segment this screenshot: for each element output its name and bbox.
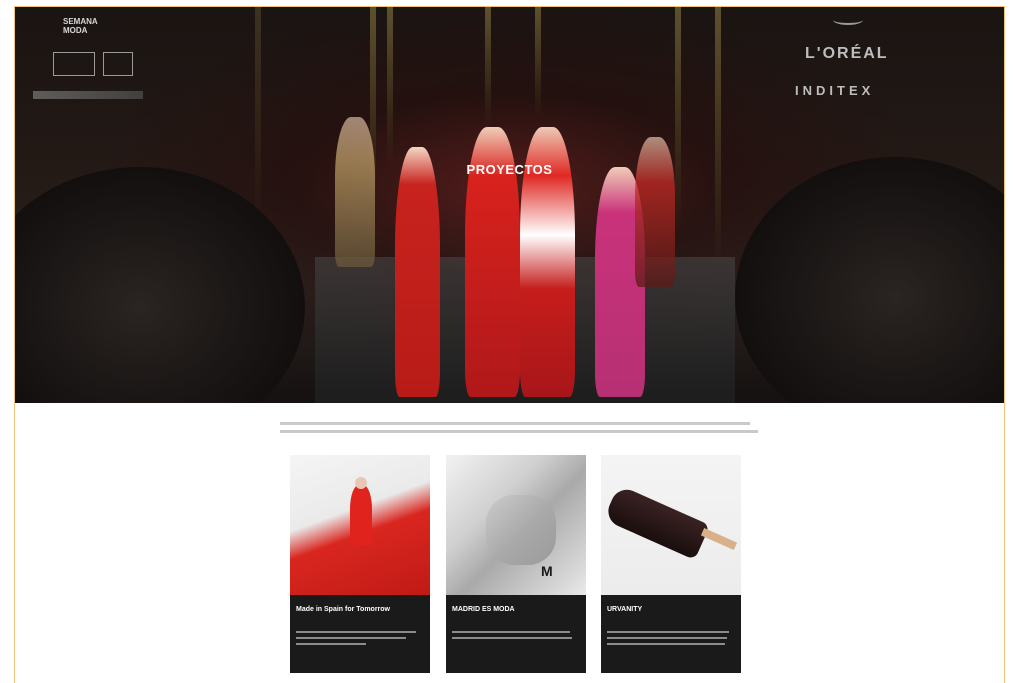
project-card-urvanity[interactable]: URVANITY xyxy=(601,455,741,673)
model-figure xyxy=(350,485,372,545)
audience-right xyxy=(735,157,1004,403)
sponsor-loreal: L'ORÉAL xyxy=(805,45,889,62)
card-image: M xyxy=(446,455,586,595)
card-title: URVANITY xyxy=(607,606,643,613)
ice-pop-object xyxy=(603,484,711,561)
sponsor-logo-strip xyxy=(33,91,143,99)
desc-line xyxy=(607,637,727,639)
model-figure xyxy=(335,117,375,267)
desc-line xyxy=(607,631,729,633)
intro-line xyxy=(280,430,758,433)
stage-light xyxy=(485,7,491,127)
sponsor-inditex: INDITEX xyxy=(795,83,875,98)
intro-paragraph xyxy=(280,420,760,433)
project-card-madrid-es-moda[interactable]: M MADRID ES MODA xyxy=(446,455,586,673)
mem-logo-icon: M xyxy=(541,563,553,579)
stage-light xyxy=(387,7,393,167)
stage-light xyxy=(535,7,541,117)
ice-pop-stick xyxy=(700,528,738,550)
card-description xyxy=(452,627,580,639)
sponsor-logo-box xyxy=(53,52,95,76)
card-image xyxy=(290,455,430,595)
sponsor-emblem-icon xyxy=(833,15,863,25)
model-head xyxy=(355,477,367,489)
desc-line xyxy=(452,631,570,633)
card-image xyxy=(601,455,741,595)
stage-light xyxy=(675,7,681,227)
model-figure xyxy=(635,137,675,287)
desc-line xyxy=(607,643,725,645)
sponsor-logo-box xyxy=(103,52,133,76)
sponsor-logo-left: SEMANA MODA xyxy=(63,17,98,35)
hero-title: PROYECTOS xyxy=(466,162,553,177)
card-title: Made in Spain for Tomorrow xyxy=(296,606,390,613)
hero-banner: SEMANA MODA L'ORÉAL INDITEX PROYECTOS xyxy=(15,7,1004,403)
desc-line xyxy=(296,631,416,633)
desc-line xyxy=(452,637,572,639)
desc-line xyxy=(296,643,366,645)
stage-light xyxy=(255,7,261,227)
card-title: MADRID ES MODA xyxy=(452,606,515,613)
audience-left xyxy=(15,167,305,403)
model-figure xyxy=(395,147,440,397)
project-card-made-in-spain[interactable]: Made in Spain for Tomorrow xyxy=(290,455,430,673)
card-description xyxy=(296,627,424,645)
stage-light xyxy=(715,7,721,267)
desc-line xyxy=(296,637,406,639)
intro-line xyxy=(280,422,750,425)
hands-photo xyxy=(486,495,556,565)
card-description xyxy=(607,627,735,645)
